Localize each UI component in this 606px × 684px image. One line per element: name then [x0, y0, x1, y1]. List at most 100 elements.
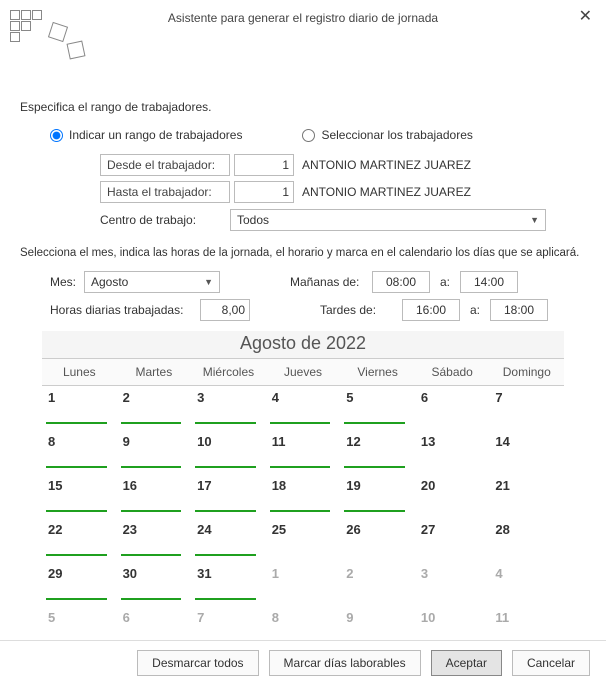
titlebar: Asistente para generar el registro diari… — [0, 0, 606, 36]
from-worker-name: ANTONIO MARTINEZ JUAREZ — [302, 158, 471, 172]
chevron-down-icon: ▼ — [530, 215, 539, 225]
day-marked-bar — [46, 510, 107, 512]
calendar-day[interactable]: 25 — [266, 518, 341, 562]
day-marked-bar — [121, 510, 182, 512]
from-worker-input[interactable] — [234, 154, 294, 176]
afternoon-from-input[interactable] — [402, 299, 460, 321]
work-center-label: Centro de trabajo: — [100, 213, 230, 227]
calendar-day[interactable]: 16 — [117, 474, 192, 518]
calendar-day[interactable]: 28 — [489, 518, 564, 562]
accept-button[interactable]: Aceptar — [431, 650, 502, 676]
day-marked-bar — [46, 466, 107, 468]
calendar-weekday: Miércoles — [191, 359, 266, 385]
footer: Desmarcar todos Marcar días laborables A… — [0, 640, 606, 684]
calendar-weekday-header: LunesMartesMiércolesJuevesViernesSábadoD… — [42, 359, 564, 386]
day-marked-bar — [270, 466, 331, 468]
cancel-button[interactable]: Cancelar — [512, 650, 590, 676]
day-marked-bar — [121, 422, 182, 424]
calendar-day[interactable]: 1 — [42, 386, 117, 430]
unmark-all-button[interactable]: Desmarcar todos — [137, 650, 258, 676]
afternoon-label: Tardes de: — [320, 303, 402, 317]
daily-hours-input[interactable] — [200, 299, 250, 321]
day-marked-bar — [121, 554, 182, 556]
from-worker-label: Desde el trabajador: — [100, 154, 230, 176]
day-marked-bar — [344, 510, 405, 512]
calendar-weekday: Jueves — [266, 359, 341, 385]
calendar-day[interactable]: 5 — [340, 386, 415, 430]
day-marked-bar — [121, 466, 182, 468]
day-marked-bar — [46, 598, 107, 600]
calendar-day[interactable]: 21 — [489, 474, 564, 518]
calendar-day: 1 — [266, 562, 341, 606]
close-icon[interactable]: ✕ — [573, 4, 598, 28]
daily-hours-label: Horas diarias trabajadas: — [50, 303, 200, 317]
radio-indicate-range-label: Indicar un rango de trabajadores — [69, 128, 242, 142]
calendar-day: 2 — [340, 562, 415, 606]
calendar-day: 4 — [489, 562, 564, 606]
month-value: Agosto — [91, 275, 128, 289]
month-label: Mes: — [50, 275, 84, 289]
calendar-day[interactable]: 6 — [415, 386, 490, 430]
calendar-day[interactable]: 9 — [117, 430, 192, 474]
calendar-day[interactable]: 7 — [489, 386, 564, 430]
calendar-day[interactable]: 13 — [415, 430, 490, 474]
calendar-day[interactable]: 18 — [266, 474, 341, 518]
calendar-day: 3 — [415, 562, 490, 606]
calendar-day[interactable]: 2 — [117, 386, 192, 430]
calendar-day[interactable]: 27 — [415, 518, 490, 562]
day-marked-bar — [195, 554, 256, 556]
calendar-instructions: Selecciona el mes, indica las horas de l… — [20, 247, 586, 259]
calendar-day[interactable]: 10 — [191, 430, 266, 474]
calendar-weekday: Lunes — [42, 359, 117, 385]
calendar-day[interactable]: 12 — [340, 430, 415, 474]
day-marked-bar — [195, 422, 256, 424]
calendar-day[interactable]: 22 — [42, 518, 117, 562]
calendar-weekday: Sábado — [415, 359, 490, 385]
calendar-day[interactable]: 23 — [117, 518, 192, 562]
wizard-logo-icon — [6, 6, 86, 66]
calendar-grid: 1234567891011121314151617181920212223242… — [42, 386, 564, 650]
calendar-day[interactable]: 17 — [191, 474, 266, 518]
calendar-day[interactable]: 26 — [340, 518, 415, 562]
radio-select-workers-input[interactable] — [302, 129, 315, 142]
to-worker-name: ANTONIO MARTINEZ JUAREZ — [302, 185, 471, 199]
afternoon-to-label: a: — [470, 303, 480, 317]
morning-to-input[interactable] — [460, 271, 518, 293]
calendar-weekday: Domingo — [489, 359, 564, 385]
calendar-day[interactable]: 29 — [42, 562, 117, 606]
to-worker-input[interactable] — [234, 181, 294, 203]
calendar-title: Agosto de 2022 — [42, 331, 564, 359]
calendar-weekday: Viernes — [340, 359, 415, 385]
work-center-combo[interactable]: Todos ▼ — [230, 209, 546, 231]
calendar-day[interactable]: 3 — [191, 386, 266, 430]
afternoon-to-input[interactable] — [490, 299, 548, 321]
day-marked-bar — [344, 422, 405, 424]
day-marked-bar — [270, 422, 331, 424]
calendar-day[interactable]: 4 — [266, 386, 341, 430]
radio-select-workers-label: Seleccionar los trabajadores — [321, 128, 472, 142]
calendar-day[interactable]: 20 — [415, 474, 490, 518]
work-center-value: Todos — [237, 213, 269, 227]
morning-from-input[interactable] — [372, 271, 430, 293]
calendar-day[interactable]: 31 — [191, 562, 266, 606]
day-marked-bar — [46, 554, 107, 556]
calendar-day[interactable]: 24 — [191, 518, 266, 562]
calendar-day[interactable]: 30 — [117, 562, 192, 606]
calendar-day[interactable]: 8 — [42, 430, 117, 474]
day-marked-bar — [195, 510, 256, 512]
calendar-day[interactable]: 14 — [489, 430, 564, 474]
month-combo[interactable]: Agosto ▼ — [84, 271, 220, 293]
radio-indicate-range-input[interactable] — [50, 129, 63, 142]
window-title: Asistente para generar el registro diari… — [168, 11, 438, 25]
mark-workdays-button[interactable]: Marcar días laborables — [269, 650, 421, 676]
morning-label: Mañanas de: — [290, 275, 372, 289]
calendar-weekday: Martes — [117, 359, 192, 385]
calendar-day[interactable]: 19 — [340, 474, 415, 518]
radio-select-workers[interactable]: Seleccionar los trabajadores — [302, 128, 472, 142]
calendar-day[interactable]: 15 — [42, 474, 117, 518]
calendar: Agosto de 2022 LunesMartesMiércolesJueve… — [42, 331, 564, 650]
calendar-day[interactable]: 11 — [266, 430, 341, 474]
day-marked-bar — [344, 466, 405, 468]
to-worker-label: Hasta el trabajador: — [100, 181, 230, 203]
radio-indicate-range[interactable]: Indicar un rango de trabajadores — [50, 128, 242, 142]
